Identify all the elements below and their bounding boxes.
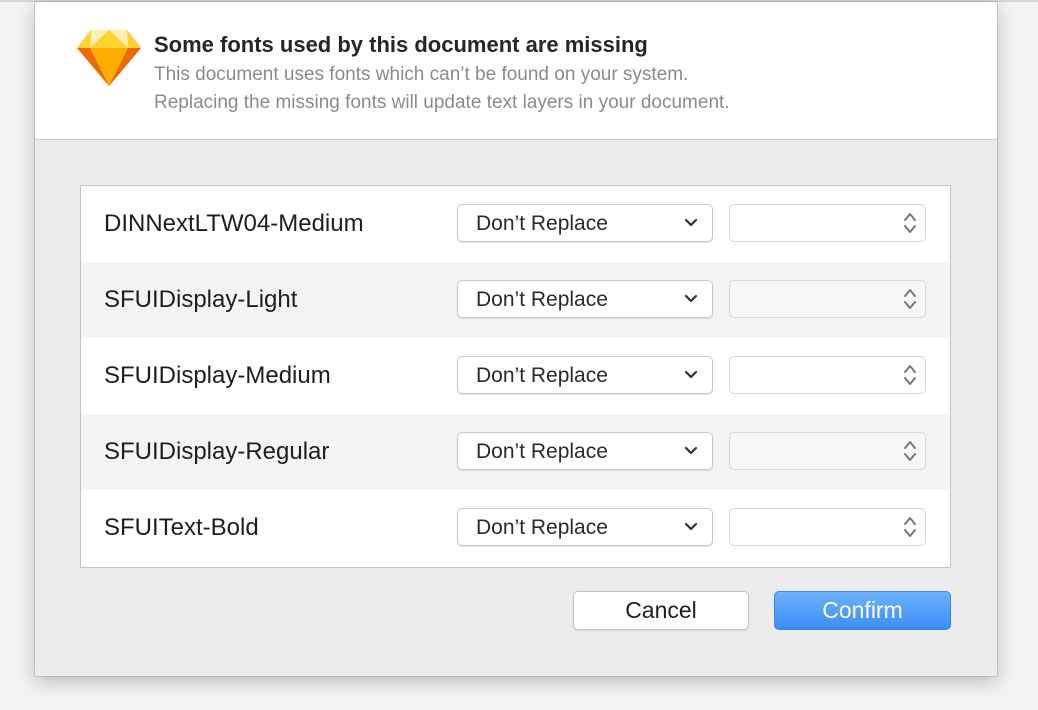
- confirm-button[interactable]: Confirm: [774, 591, 951, 630]
- chevron-down-icon: [684, 370, 698, 379]
- replacement-font-value: Don’t Replace: [476, 516, 608, 539]
- font-row: SFUIDisplay-Medium Don’t Replace: [81, 338, 950, 414]
- font-variant-stepper[interactable]: [729, 356, 926, 394]
- font-row: SFUIDisplay-Light Don’t Replace: [81, 262, 950, 338]
- up-down-arrows-icon: [904, 289, 916, 309]
- font-name-label: SFUIText-Bold: [104, 514, 259, 541]
- sketch-diamond-icon: [77, 30, 141, 86]
- replacement-font-popup[interactable]: Don’t Replace: [457, 432, 713, 470]
- chevron-down-icon: [684, 294, 698, 303]
- missing-fonts-table: DINNextLTW04-Medium Don’t Replace SFUIDi…: [80, 185, 951, 568]
- replacement-font-value: Don’t Replace: [476, 440, 608, 463]
- dialog-message-line-2: Replacing the missing fonts will update …: [154, 92, 730, 113]
- font-variant-stepper[interactable]: [729, 204, 926, 242]
- font-variant-stepper[interactable]: [729, 280, 926, 318]
- chevron-down-icon: [684, 218, 698, 227]
- dialog-message-line-1: This document uses fonts which can’t be …: [154, 64, 689, 85]
- font-name-label: SFUIDisplay-Regular: [104, 438, 330, 465]
- up-down-arrows-icon: [904, 441, 916, 461]
- replacement-font-popup[interactable]: Don’t Replace: [457, 356, 713, 394]
- chevron-down-icon: [684, 522, 698, 531]
- up-down-arrows-icon: [904, 213, 916, 233]
- font-row: SFUIText-Bold Don’t Replace: [81, 490, 950, 566]
- replacement-font-value: Don’t Replace: [476, 288, 608, 311]
- replacement-font-popup[interactable]: Don’t Replace: [457, 280, 713, 318]
- up-down-arrows-icon: [904, 365, 916, 385]
- font-name-label: SFUIDisplay-Light: [104, 286, 298, 313]
- font-variant-stepper[interactable]: [729, 432, 926, 470]
- font-name-label: DINNextLTW04-Medium: [104, 210, 364, 237]
- replacement-font-popup[interactable]: Don’t Replace: [457, 508, 713, 546]
- replacement-font-value: Don’t Replace: [476, 212, 608, 235]
- cancel-button[interactable]: Cancel: [573, 591, 749, 630]
- font-variant-stepper[interactable]: [729, 508, 926, 546]
- replacement-font-popup[interactable]: Don’t Replace: [457, 204, 713, 242]
- font-name-label: SFUIDisplay-Medium: [104, 362, 331, 389]
- replacement-font-value: Don’t Replace: [476, 364, 608, 387]
- up-down-arrows-icon: [904, 517, 916, 537]
- font-row: SFUIDisplay-Regular Don’t Replace: [81, 414, 950, 490]
- font-row: DINNextLTW04-Medium Don’t Replace: [81, 186, 950, 262]
- chevron-down-icon: [684, 446, 698, 455]
- missing-fonts-dialog: Some fonts used by this document are mis…: [35, 2, 997, 676]
- dialog-title: Some fonts used by this document are mis…: [154, 32, 648, 57]
- dialog-header: Some fonts used by this document are mis…: [35, 2, 997, 140]
